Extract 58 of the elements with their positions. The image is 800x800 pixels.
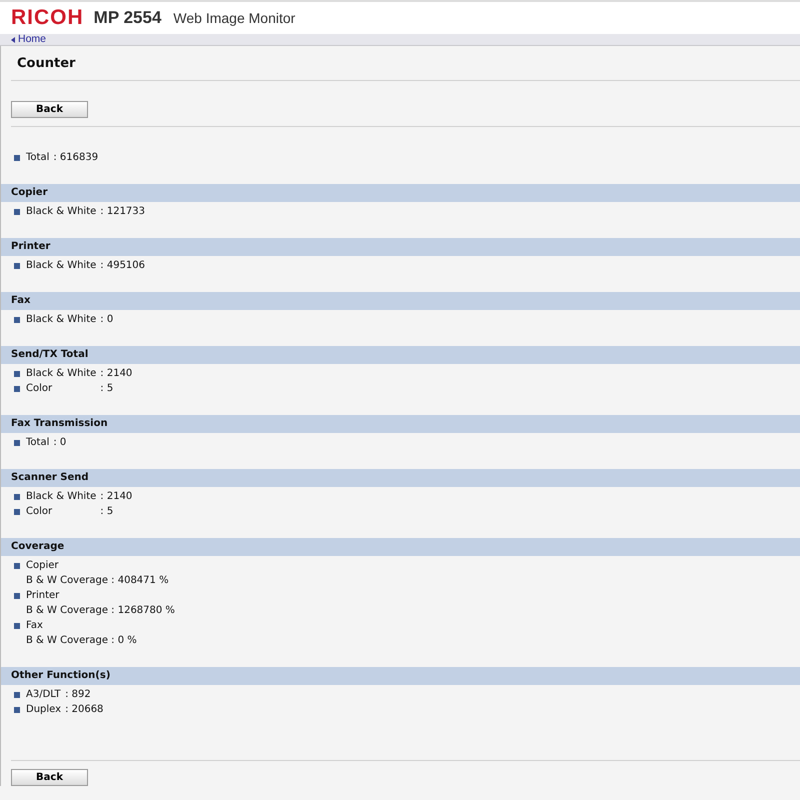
bullet-icon: [14, 371, 20, 377]
counter-value: : 0: [100, 314, 114, 326]
bullet-icon: [14, 494, 20, 500]
counter-value: : 495106: [100, 260, 146, 272]
counter-label: Color: [26, 506, 54, 518]
bullet-icon: [14, 386, 20, 392]
counter-value: : 5: [100, 506, 114, 518]
counter-value: : 5: [100, 383, 114, 395]
caret-icon: [11, 36, 15, 42]
section-header: Printer: [1, 238, 800, 256]
section-header: Send/TX Total: [1, 346, 800, 364]
counter-label: Black & White: [26, 314, 98, 326]
back-button[interactable]: Back: [11, 769, 88, 786]
brand-logo: RICOH: [11, 6, 84, 30]
coverage-label: Printer: [26, 590, 60, 602]
section-header: Coverage: [1, 538, 800, 556]
bullet-icon: [14, 263, 20, 269]
bullet-icon: [14, 317, 20, 323]
coverage-label: Copier: [26, 560, 60, 572]
bullet-icon: [14, 209, 20, 215]
bullet-icon: [14, 623, 20, 629]
counter-value: : 2140: [100, 491, 134, 503]
counter-label: Black & White: [26, 368, 98, 380]
section-header: Other Function(s): [1, 667, 800, 685]
counter-label: Total: [26, 152, 50, 164]
section-header: Fax: [1, 292, 800, 310]
back-button[interactable]: Back: [11, 101, 88, 118]
counter-label: A3/DLT: [26, 689, 62, 701]
coverage-value: B & W Coverage : 1268780 %: [26, 605, 176, 617]
counter-value: : 892: [65, 689, 92, 701]
coverage-value: B & W Coverage : 0 %: [26, 635, 138, 647]
counter-value: : 2140: [100, 368, 134, 380]
coverage-label: Fax: [26, 620, 44, 632]
counter-value: : 616839: [53, 152, 100, 164]
product-name: Web Image Monitor: [173, 10, 296, 26]
counter-label: Black & White: [26, 260, 98, 272]
bullet-icon: [14, 155, 20, 161]
counter-label: Black & White: [26, 491, 98, 503]
counter-label: Color: [26, 383, 54, 395]
section-header: Scanner Send: [1, 469, 800, 487]
counter-value: : 20668: [65, 704, 104, 716]
model-name: MP 2554: [94, 8, 162, 28]
bullet-icon: [14, 692, 20, 698]
page-title: Counter: [16, 55, 76, 73]
home-link[interactable]: Home: [18, 34, 46, 45]
counter-label: Duplex: [26, 704, 62, 716]
counter-value: : 0: [53, 437, 68, 449]
bullet-icon: [14, 563, 20, 569]
bullet-icon: [14, 707, 20, 713]
counter-label: Total: [26, 437, 50, 449]
section-header: Copier: [1, 184, 800, 202]
bullet-icon: [14, 593, 20, 599]
bullet-icon: [14, 509, 20, 515]
section-header: Fax Transmission: [1, 415, 800, 433]
counter-label: Black & White: [26, 206, 98, 218]
counter-value: : 121733: [100, 206, 146, 218]
bullet-icon: [14, 440, 20, 446]
coverage-value: B & W Coverage : 408471 %: [26, 575, 170, 587]
